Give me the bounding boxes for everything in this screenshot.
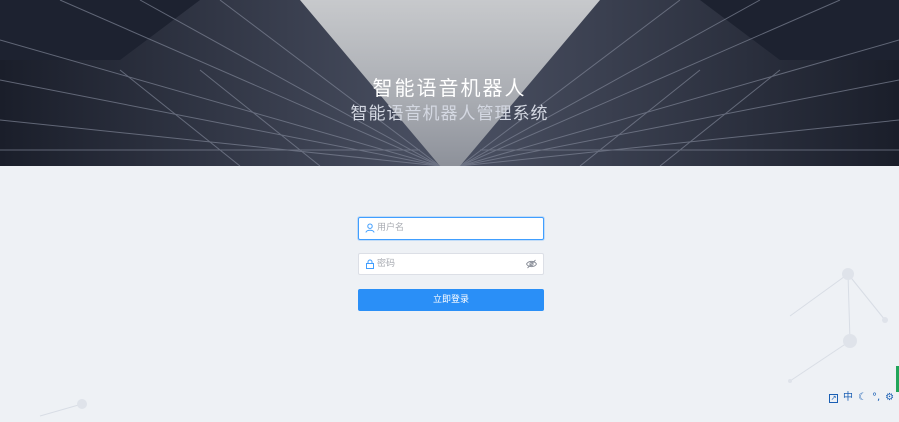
app-subtitle: 智能语音机器人管理系统 bbox=[350, 104, 549, 124]
password-field[interactable]: 密码 bbox=[358, 253, 544, 275]
password-placeholder: 密码 bbox=[377, 259, 396, 269]
chinese-mode-icon[interactable]: 中 bbox=[843, 392, 853, 404]
user-icon bbox=[365, 223, 375, 233]
lock-icon bbox=[366, 259, 374, 269]
username-placeholder: 用户名 bbox=[377, 223, 405, 233]
moon-icon[interactable]: ☾ bbox=[858, 392, 867, 404]
punctuation-icon[interactable]: °, bbox=[872, 392, 880, 404]
gear-icon[interactable]: ⚙ bbox=[885, 392, 894, 404]
login-form: 用户名 密码 立即登录 bbox=[358, 217, 544, 311]
expand-icon[interactable]: ↗ bbox=[829, 393, 838, 403]
login-button[interactable]: 立即登录 bbox=[358, 289, 544, 311]
username-field[interactable]: 用户名 bbox=[358, 217, 544, 240]
hero-banner: 智能语音机器人 智能语音机器人管理系统 bbox=[0, 0, 899, 166]
app-title: 智能语音机器人 bbox=[372, 76, 527, 100]
eye-off-icon[interactable] bbox=[526, 259, 537, 269]
ime-toolbar: ↗ 中 ☾ °, ⚙ bbox=[829, 391, 899, 405]
